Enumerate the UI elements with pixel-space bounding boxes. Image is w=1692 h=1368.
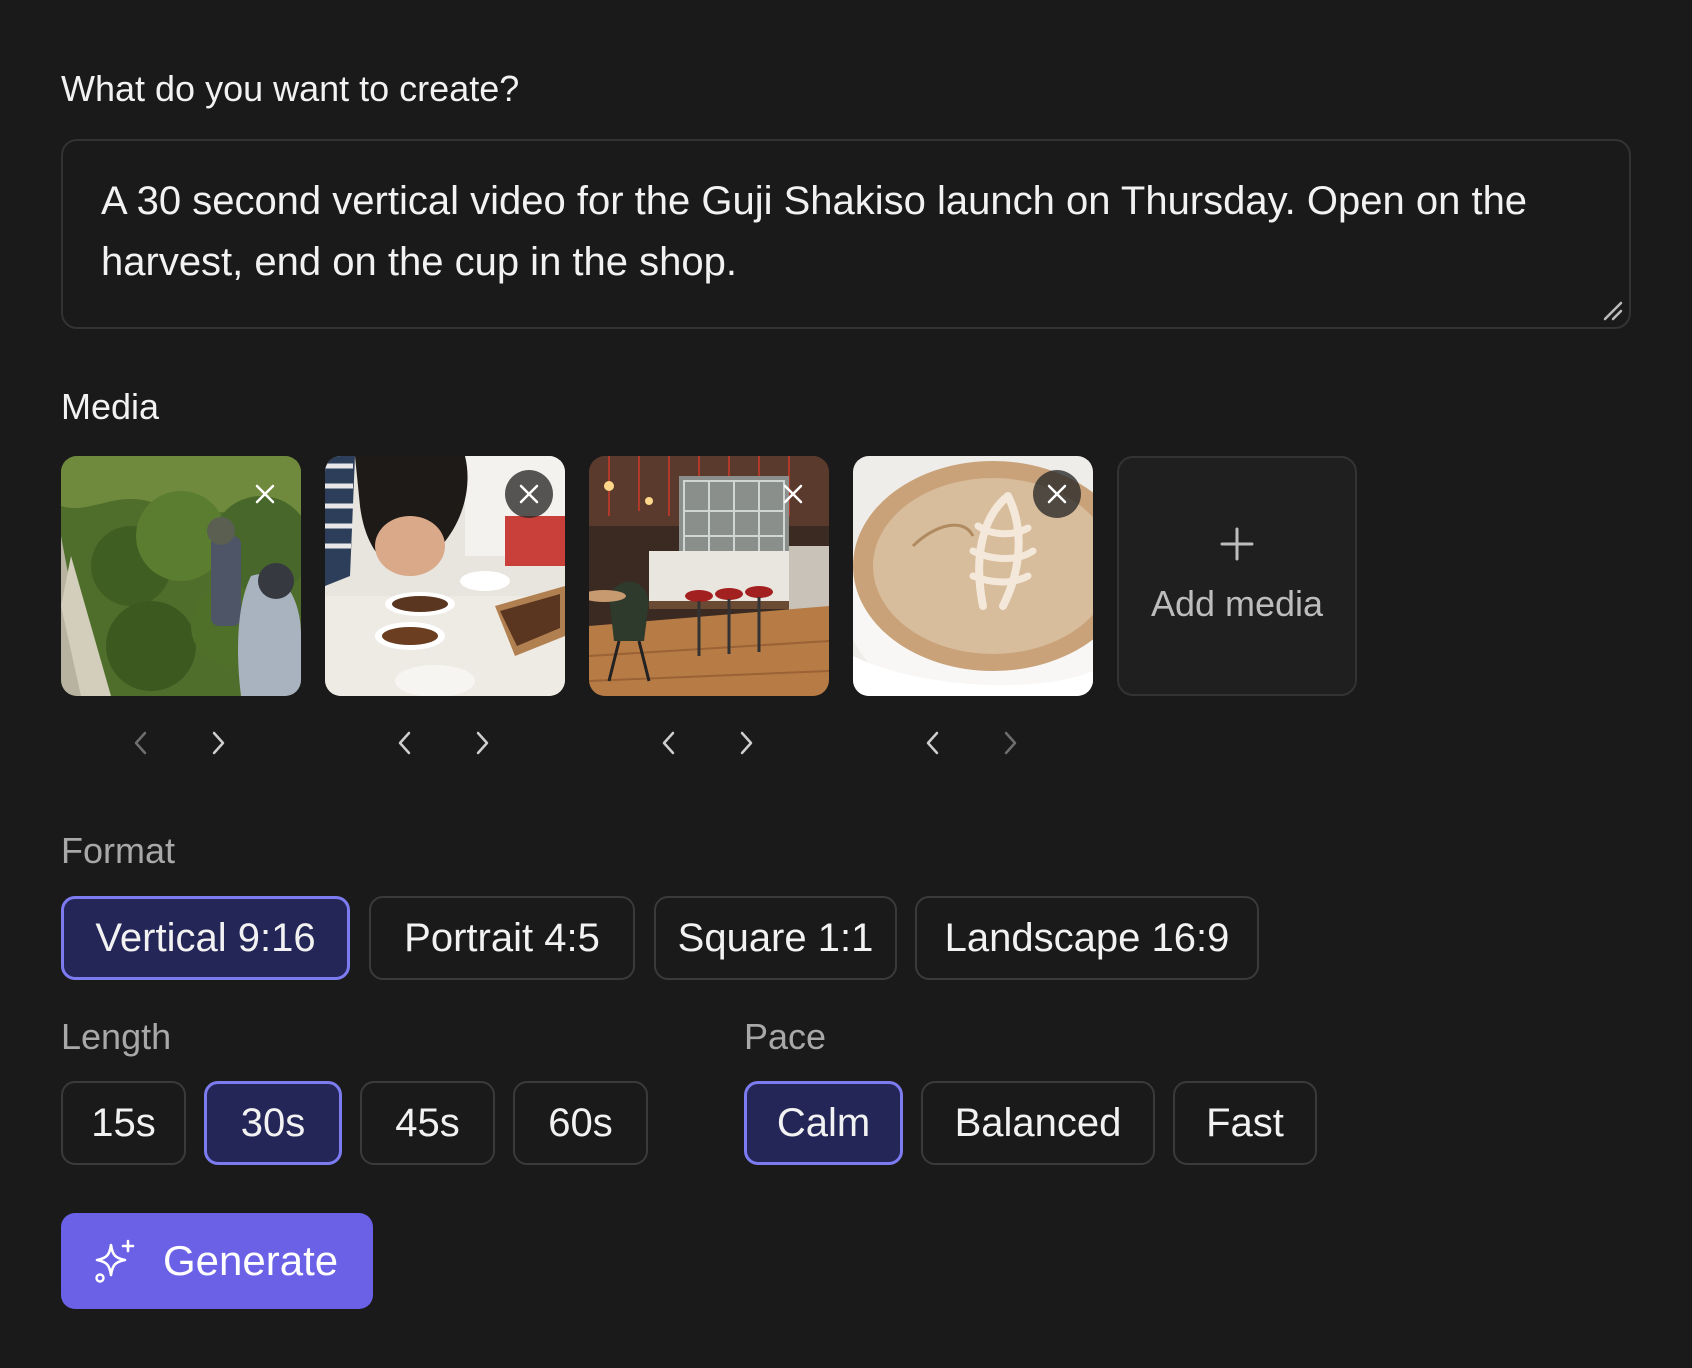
pace-option-calm[interactable]: Calm xyxy=(744,1081,903,1165)
pace-option-balanced[interactable]: Balanced xyxy=(921,1081,1155,1165)
move-left-button[interactable] xyxy=(390,728,420,758)
chevron-right-icon xyxy=(476,731,489,755)
move-right-button[interactable] xyxy=(203,728,233,758)
format-option-vertical[interactable]: Vertical 9:16 xyxy=(61,896,350,980)
close-icon xyxy=(255,484,275,504)
remove-media-button[interactable] xyxy=(769,470,817,518)
add-media-label: Add media xyxy=(1150,583,1324,624)
chevron-right-icon xyxy=(1004,731,1017,755)
move-left-button[interactable] xyxy=(654,728,684,758)
length-option-15s[interactable]: 15s xyxy=(61,1081,186,1165)
format-option-portrait[interactable]: Portrait 4:5 xyxy=(369,896,635,980)
generate-button[interactable]: Generate xyxy=(61,1213,373,1309)
media-tile-shop[interactable] xyxy=(589,456,829,696)
pace-option-fast[interactable]: Fast xyxy=(1173,1081,1317,1165)
move-right-button[interactable] xyxy=(467,728,497,758)
chevron-right-icon xyxy=(740,731,753,755)
close-icon xyxy=(1047,484,1067,504)
generate-label: Generate xyxy=(163,1237,339,1284)
length-label: Length xyxy=(61,1016,172,1057)
move-right-button[interactable] xyxy=(995,728,1025,758)
remove-media-button[interactable] xyxy=(505,470,553,518)
move-left-button[interactable] xyxy=(918,728,948,758)
media-label: Media xyxy=(61,386,160,427)
length-option-30s[interactable]: 30s xyxy=(204,1081,342,1165)
sparkles-icon xyxy=(95,1239,135,1283)
pace-label: Pace xyxy=(744,1016,827,1057)
length-option-45s[interactable]: 45s xyxy=(360,1081,495,1165)
move-right-button[interactable] xyxy=(731,728,761,758)
media-tile-cupping[interactable] xyxy=(325,456,565,696)
format-label: Format xyxy=(61,830,176,871)
format-option-landscape[interactable]: Landscape 16:9 xyxy=(915,896,1259,980)
remove-media-button[interactable] xyxy=(241,470,289,518)
chevron-right-icon xyxy=(212,731,225,755)
remove-media-button[interactable] xyxy=(1033,470,1081,518)
prompt-label: What do you want to create? xyxy=(61,68,520,109)
resize-handle-icon[interactable] xyxy=(1601,299,1623,321)
chevron-left-icon xyxy=(398,731,411,755)
plus-icon xyxy=(1220,527,1254,561)
prompt-text: A 30 second vertical video for the Guji … xyxy=(101,179,1528,284)
move-left-button[interactable] xyxy=(126,728,156,758)
close-icon xyxy=(519,484,539,504)
media-tile-latte[interactable] xyxy=(853,456,1093,696)
chevron-left-icon xyxy=(134,731,147,755)
add-media-button[interactable]: Add media xyxy=(1117,456,1357,696)
length-option-60s[interactable]: 60s xyxy=(513,1081,648,1165)
prompt-textarea[interactable]: A 30 second vertical video for the Guji … xyxy=(61,139,1631,329)
chevron-left-icon xyxy=(926,731,939,755)
chevron-left-icon xyxy=(662,731,675,755)
format-option-square[interactable]: Square 1:1 xyxy=(654,896,897,980)
close-icon xyxy=(783,484,803,504)
media-tile-harvest[interactable] xyxy=(61,456,301,696)
